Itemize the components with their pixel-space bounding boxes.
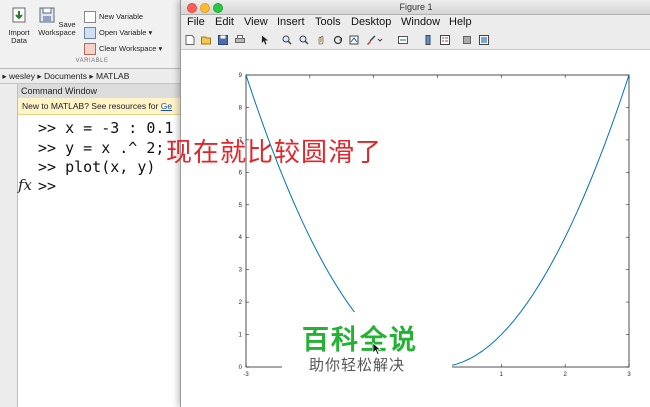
figure-toolbar: [181, 31, 650, 50]
y-tick-label: 8: [239, 105, 243, 111]
path-breadcrumb: ▸ wesley ▸ Documents ▸ MATLAB: [0, 69, 184, 84]
open-variable-icon: [84, 27, 96, 40]
watermark-title: 百科全说: [302, 325, 418, 355]
clear-workspace-button[interactable]: Clear Workspace ▾: [84, 43, 163, 56]
save-figure-icon[interactable]: [218, 35, 228, 45]
banner-text: New to MATLAB? See resources for: [22, 101, 161, 111]
zoom-out-icon[interactable]: [299, 35, 309, 45]
x-tick-label: 3: [627, 372, 631, 378]
figure-titlebar: Figure 1: [181, 0, 650, 15]
pan-icon[interactable]: [316, 35, 326, 45]
link-plot-icon[interactable]: [398, 35, 408, 45]
ribbon-section-label: VARIABLE: [75, 58, 109, 64]
menu-tools[interactable]: Tools: [315, 15, 341, 30]
pointer-icon[interactable]: [260, 35, 270, 45]
banner-link[interactable]: Ge: [161, 101, 172, 111]
x-tick-label: 2: [563, 372, 567, 378]
new-variable-icon: [84, 11, 96, 24]
command-window[interactable]: >> x = -3 : 0.1 >> y = x .^ 2; >> plot(x…: [18, 115, 184, 407]
save-workspace-button[interactable]: Save Workspace: [38, 6, 76, 37]
rotate-3d-icon[interactable]: [333, 35, 343, 45]
new-variable-label: New Variable: [99, 12, 144, 21]
chevron-right-icon: ▸: [37, 71, 44, 81]
chevron-right-icon: ▸: [0, 71, 9, 81]
menu-window[interactable]: Window: [401, 15, 440, 30]
chevron-down-icon[interactable]: [377, 35, 383, 45]
breadcrumb-item-wesley[interactable]: wesley: [9, 71, 35, 81]
figure-title: Figure 1: [399, 2, 433, 12]
hide-plot-tools-icon[interactable]: [462, 35, 472, 45]
command-line-1: >> x = -3 : 0.1: [38, 119, 174, 137]
open-file-icon[interactable]: [201, 35, 211, 45]
import-data-button[interactable]: Import Data: [0, 6, 38, 45]
command-window-title: Command Window: [21, 86, 98, 96]
data-cursor-icon[interactable]: [349, 35, 359, 45]
new-user-banner: New to MATLAB? See resources for Ge: [18, 98, 184, 115]
new-variable-button[interactable]: New Variable: [84, 11, 144, 24]
menu-insert[interactable]: Insert: [277, 15, 305, 30]
y-tick-label: 2: [239, 300, 243, 306]
breadcrumb-item-documents[interactable]: Documents: [44, 71, 87, 81]
mouse-cursor-icon: [372, 342, 382, 355]
open-variable-label: Open Variable ▾: [99, 28, 153, 37]
brush-icon[interactable]: [366, 35, 376, 45]
y-tick-label: 5: [239, 203, 243, 209]
breadcrumb-item-matlab[interactable]: MATLAB: [96, 71, 129, 81]
print-icon[interactable]: [235, 35, 245, 45]
command-line-2: >> y = x .^ 2;: [38, 139, 165, 157]
legend-icon[interactable]: [440, 35, 450, 45]
current-folder-pane[interactable]: [0, 84, 18, 407]
function-browser-icon[interactable]: fx: [18, 176, 32, 194]
command-prompt[interactable]: >>: [38, 177, 56, 195]
clear-workspace-label: Clear Workspace ▾: [99, 44, 163, 53]
x-tick-label: 1: [500, 372, 504, 378]
menu-desktop[interactable]: Desktop: [351, 15, 391, 30]
y-tick-label: 9: [239, 73, 243, 79]
menu-edit[interactable]: Edit: [215, 15, 234, 30]
watermark-subtitle: 助你轻松解决: [309, 357, 406, 374]
show-plot-tools-icon[interactable]: [479, 35, 489, 45]
clear-workspace-icon: [84, 43, 96, 56]
import-icon: [12, 7, 26, 23]
command-window-header: Command Window: [18, 84, 184, 99]
open-variable-button[interactable]: Open Variable ▾: [84, 27, 153, 40]
y-tick-label: 0: [239, 365, 243, 371]
menu-help[interactable]: Help: [449, 15, 472, 30]
y-tick-label: 4: [239, 235, 243, 241]
annotation-text: 现在就比较圆滑了: [166, 137, 383, 167]
y-tick-label: 1: [239, 333, 243, 339]
zoom-in-icon[interactable]: [282, 35, 292, 45]
save-icon: [39, 7, 55, 23]
import-data-label: Import Data: [8, 28, 30, 45]
x-tick-label: -3: [243, 372, 249, 378]
y-tick-label: 6: [239, 170, 243, 176]
figure-menubar: File Edit View Insert Tools Desktop Wind…: [181, 15, 650, 30]
menu-view[interactable]: View: [244, 15, 268, 30]
command-line-3: >> plot(x, y): [38, 158, 156, 176]
y-tick-label: 3: [239, 268, 243, 274]
ribbon: Import Data Save Workspace New Variable …: [0, 0, 184, 69]
colorbar-icon[interactable]: [423, 35, 433, 45]
new-figure-icon[interactable]: [185, 35, 195, 45]
menu-file[interactable]: File: [187, 15, 205, 30]
